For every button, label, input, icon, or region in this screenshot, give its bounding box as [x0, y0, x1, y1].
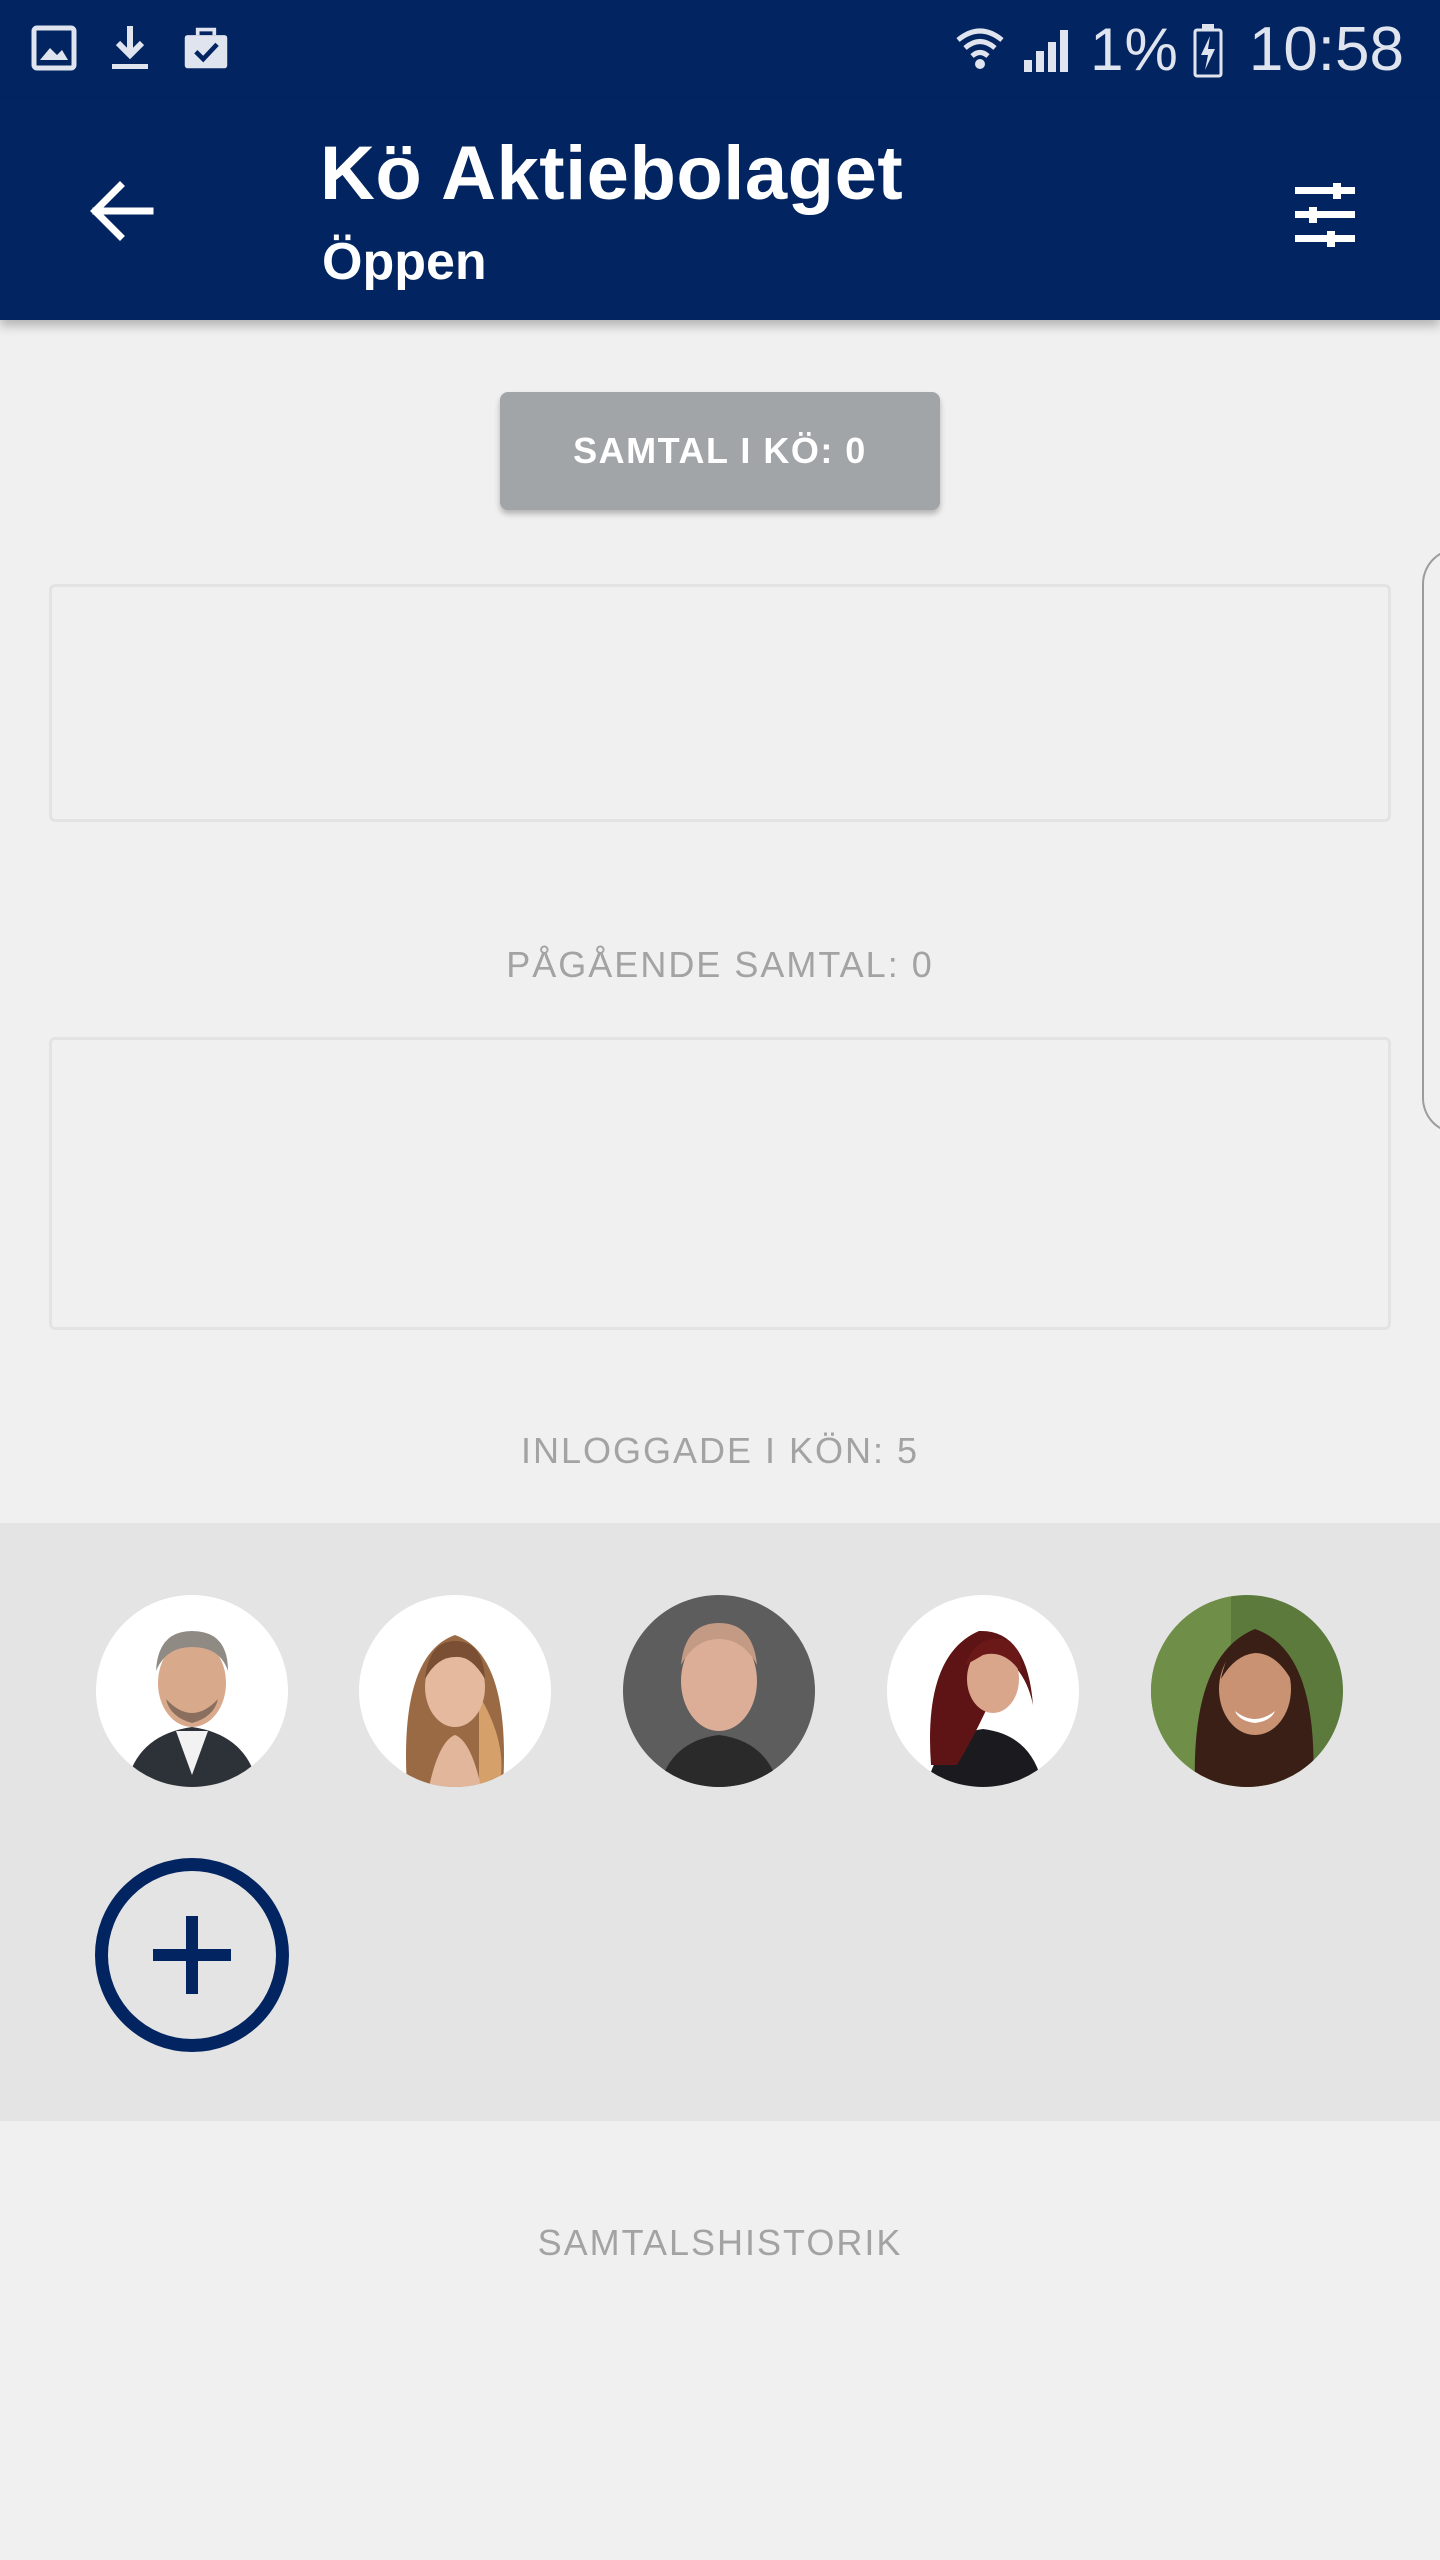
briefcase-check-icon: [184, 27, 228, 69]
battery-percent: 1%: [1090, 16, 1179, 83]
download-icon: [112, 26, 148, 69]
ongoing-calls-card: [49, 1037, 1391, 1330]
logged-in-label: INLOGGADE I KÖN: 5: [520, 1430, 920, 1471]
signal-icon: [1024, 29, 1069, 72]
call-history-label[interactable]: SAMTALSHISTORIK: [0, 2222, 1440, 2264]
status-bar: 1% 10:58: [0, 0, 1440, 100]
gallery-icon: [31, 25, 77, 71]
avatar-image: [96, 1595, 288, 1787]
avatar-image: [887, 1595, 1079, 1787]
agent-avatar[interactable]: [1151, 1595, 1343, 1787]
side-panel-handle[interactable]: [1422, 548, 1440, 1134]
agent-avatar[interactable]: [359, 1595, 551, 1787]
agent-avatar[interactable]: [96, 1595, 288, 1787]
agent-avatar[interactable]: [887, 1595, 1079, 1787]
avatar-image: [623, 1595, 815, 1787]
ongoing-calls-label: PÅGÅENDE SAMTAL: 0: [506, 944, 934, 985]
tune-icon: [1295, 183, 1355, 247]
back-button[interactable]: [76, 166, 166, 256]
agents-panel: [0, 1523, 1440, 2121]
app-bar: Kö Aktiebolaget Öppen: [0, 100, 1440, 320]
calls-in-queue-button[interactable]: SAMTAL I KÖ: 0: [500, 392, 940, 510]
queue-list-card: [49, 584, 1391, 822]
wifi-icon: [956, 28, 1004, 69]
add-agent-button[interactable]: [95, 1858, 289, 2052]
agent-avatar[interactable]: [623, 1595, 815, 1787]
avatar-image: [1151, 1595, 1343, 1787]
battery-charging-icon: [1193, 23, 1223, 77]
page-subtitle: Öppen: [322, 233, 487, 291]
filter-button[interactable]: [1280, 170, 1370, 260]
avatar-image: [359, 1595, 551, 1787]
clock: 10:58: [1248, 15, 1404, 84]
arrow-back-icon: [90, 181, 154, 241]
plus-icon: [153, 1916, 231, 1994]
page-title: Kö Aktiebolaget: [320, 131, 904, 216]
